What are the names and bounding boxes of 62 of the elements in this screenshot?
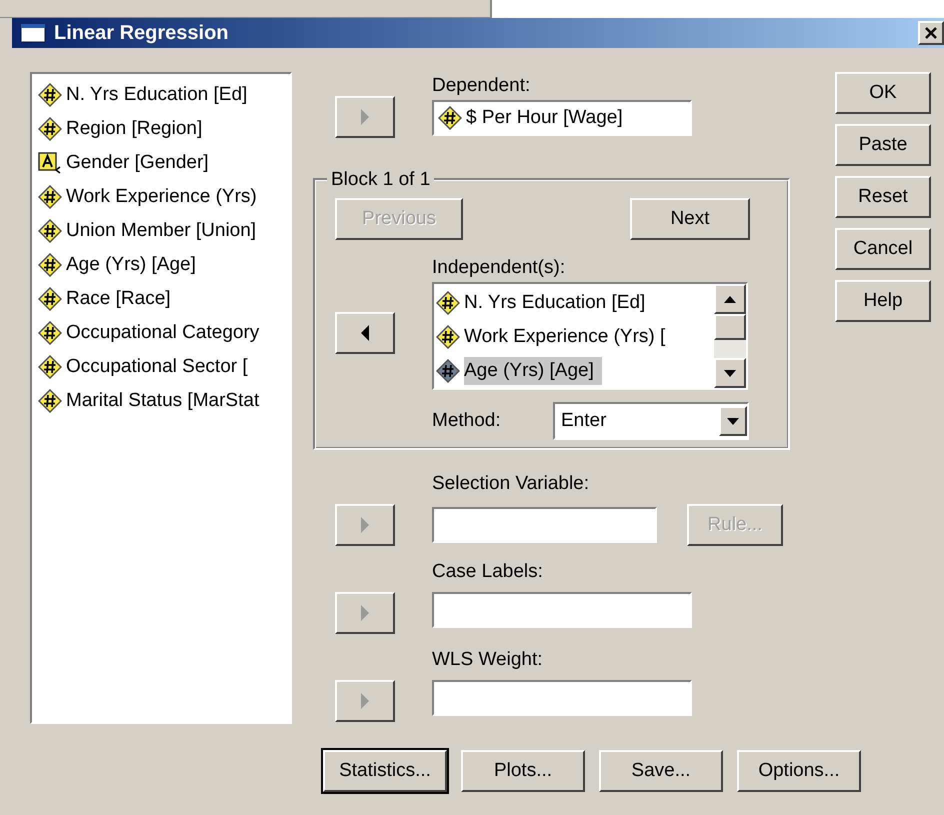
scale-variable-icon	[38, 355, 62, 379]
variable-list-item[interactable]: Marital Status [MarStat	[38, 384, 290, 418]
dialog-button[interactable]: Cancel	[835, 228, 931, 270]
variable-list-item[interactable]: Occupational Sector [	[38, 350, 290, 384]
scale-variable-icon	[38, 321, 62, 345]
scale-variable-icon	[436, 291, 460, 315]
independents-list-item[interactable]: N. Yrs Education [Ed]	[436, 286, 714, 320]
right-arrow-icon	[360, 605, 370, 621]
dialog-button[interactable]: Next	[630, 198, 750, 240]
scale-variable-icon	[438, 106, 462, 130]
dialog-button[interactable]: Statistics...	[323, 750, 447, 792]
scrollbar[interactable]	[714, 284, 746, 388]
method-label: Method:	[432, 408, 502, 433]
independents-label: Independent(s):	[432, 256, 566, 280]
right-arrow-icon	[360, 693, 370, 709]
scale-variable-icon	[38, 253, 62, 277]
variable-list-item[interactable]: N. Yrs Education [Ed]	[38, 78, 290, 112]
field-label: WLS Weight:	[432, 648, 544, 672]
variable-list-item[interactable]: Age (Yrs) [Age]	[38, 248, 290, 282]
dependent-label: Dependent:	[432, 74, 532, 98]
variable-list-item[interactable]: Region [Region]	[38, 112, 290, 146]
independents-list-item[interactable]: Work Experience (Yrs) [	[436, 320, 714, 354]
dialog-button[interactable]: Help	[835, 280, 931, 322]
variable-list-item[interactable]: Race [Race]	[38, 282, 290, 316]
scroll-down-icon	[724, 370, 736, 376]
window-title: Linear Regression	[54, 21, 229, 46]
close-button[interactable]	[918, 21, 944, 45]
dialog-button[interactable]: Options...	[737, 750, 861, 792]
scale-variable-icon	[436, 325, 460, 349]
variable-field[interactable]	[432, 507, 657, 543]
nominal-variable-icon	[38, 151, 62, 175]
variable-field[interactable]	[432, 592, 692, 628]
scale-variable-icon	[38, 83, 62, 107]
scale-variable-icon	[38, 287, 62, 311]
dialog-button[interactable]: OK	[835, 72, 931, 114]
variable-list-item[interactable]: Occupational Category	[38, 316, 290, 350]
scale-variable-icon	[38, 185, 62, 209]
dialog-button[interactable]: Reset	[835, 176, 931, 218]
method-dropdown[interactable]: Enter	[553, 402, 749, 440]
scale-variable-icon	[436, 359, 460, 383]
dialog-button[interactable]: Paste	[835, 124, 931, 166]
right-arrow-icon	[360, 517, 370, 533]
dropdown-arrow-icon	[727, 418, 739, 424]
scroll-up-icon	[724, 296, 736, 302]
field-label: Selection Variable:	[432, 472, 590, 496]
variable-field[interactable]	[432, 680, 692, 716]
move-arrow-button[interactable]	[335, 312, 395, 354]
close-icon	[925, 27, 937, 39]
field-label: Case Labels:	[432, 560, 544, 584]
dialog-button[interactable]: Save...	[599, 750, 723, 792]
scale-variable-icon	[38, 389, 62, 413]
variable-list-item[interactable]: Union Member [Union]	[38, 214, 290, 248]
scale-variable-icon	[38, 117, 62, 141]
independents-list-item[interactable]: Age (Yrs) [Age]	[436, 354, 714, 388]
left-arrow-icon	[360, 325, 370, 341]
scale-variable-icon	[38, 219, 62, 243]
variable-list-item[interactable]: Work Experience (Yrs)	[38, 180, 290, 214]
window-icon	[20, 23, 46, 43]
dialog-button[interactable]: Plots...	[461, 750, 585, 792]
dependent-field[interactable]: $ Per Hour [Wage]	[432, 100, 692, 136]
right-arrow-icon	[360, 109, 370, 125]
variable-list-item[interactable]: Gender [Gender]	[38, 146, 290, 180]
